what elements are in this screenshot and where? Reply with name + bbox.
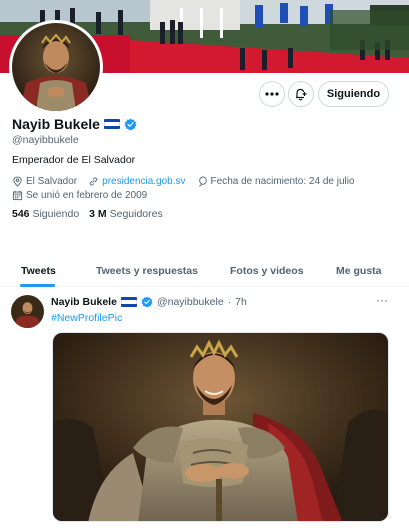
tweet-media-image[interactable] — [52, 332, 389, 522]
profile-bio: Emperador de El Salvador — [12, 154, 136, 166]
notifications-button[interactable] — [288, 81, 314, 107]
profile-location: El Salvador — [26, 176, 78, 187]
profile-joined-row: Se unió en febrero de 2009 — [12, 190, 147, 201]
followers-count: 3 M — [89, 208, 107, 220]
followers-label: Seguidores — [109, 208, 163, 220]
tab-likes[interactable]: Me gusta — [336, 255, 382, 287]
followers-stat[interactable]: 3 M Seguidores — [89, 208, 163, 220]
bell-plus-icon — [296, 88, 307, 101]
more-horizontal-icon — [265, 92, 279, 96]
display-name: Nayib Bukele — [12, 116, 100, 132]
location-pin-icon — [13, 176, 22, 187]
calendar-icon — [12, 190, 23, 201]
profile-website-link[interactable]: presidencia.gob.sv — [102, 176, 185, 187]
profile-name-row: Nayib Bukele — [12, 116, 137, 132]
profile-joined-date: Se unió en febrero de 2009 — [26, 190, 148, 201]
tab-tweets-and-replies[interactable]: Tweets y respuestas — [96, 255, 198, 287]
tweet-photo — [53, 333, 388, 521]
profile-handle: @nayibbukele — [12, 134, 79, 146]
tab-tweets[interactable]: Tweets — [21, 255, 56, 287]
active-tab-indicator — [20, 284, 55, 287]
balloon-icon — [198, 176, 207, 187]
el-salvador-flag-icon — [120, 297, 137, 307]
tweet-hashtag[interactable]: #NewProfilePic — [51, 312, 122, 324]
following-button[interactable]: Siguiendo — [318, 81, 389, 107]
verified-badge-icon — [124, 118, 137, 130]
profile-birthday: Fecha de nacimiento: 24 de julio — [210, 176, 355, 187]
profile-meta-row: El Salvador presidencia.gob.sv Fecha de … — [12, 176, 355, 187]
following-stat[interactable]: 546 Siguiendo — [12, 208, 79, 220]
tab-photos-and-videos[interactable]: Fotos y videos — [230, 255, 304, 287]
profile-stats: 546 Siguiendo 3 M Seguidores — [12, 208, 163, 220]
profile-avatar[interactable] — [9, 20, 103, 114]
tweet-header: Nayib Bukele @nayibbukele · 7h — [51, 296, 247, 308]
el-salvador-flag-icon — [103, 119, 120, 129]
tweet-author-handle[interactable]: @nayibbukele — [157, 296, 224, 308]
tweet-separator: · — [227, 296, 232, 308]
avatar-image — [12, 23, 100, 111]
link-icon — [89, 177, 98, 186]
tweet-author-name[interactable]: Nayib Bukele — [51, 296, 117, 308]
following-label: Siguiendo — [32, 208, 80, 220]
tweet-avatar-image — [11, 295, 44, 328]
tweet-author-avatar[interactable] — [11, 295, 44, 328]
tweet-more-options-button[interactable]: ··· — [373, 293, 391, 307]
following-count: 546 — [12, 208, 30, 220]
profile-tabs: Tweets Tweets y respuestas Fotos y video… — [0, 255, 409, 287]
tweet-timestamp[interactable]: 7h — [235, 296, 247, 308]
verified-badge-icon — [141, 296, 153, 308]
more-options-button[interactable] — [259, 81, 285, 107]
